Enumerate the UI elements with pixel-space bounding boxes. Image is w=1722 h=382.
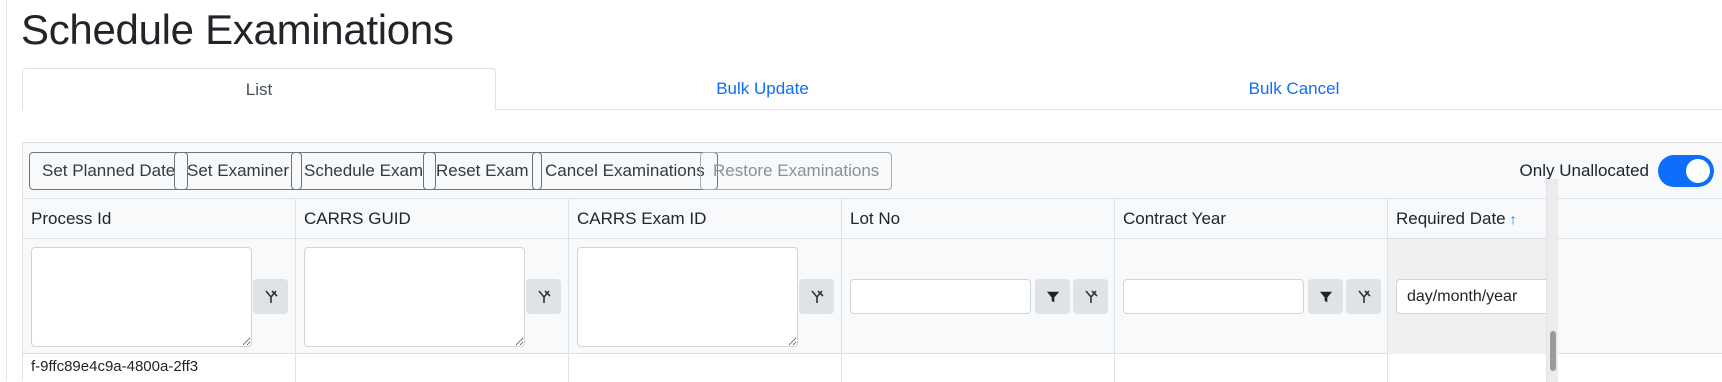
cell-carrs-exam-id: [569, 354, 842, 382]
arrow-up-icon: ↑: [1509, 211, 1517, 227]
grid-toolbar: Set Planned Date Set Examiner Schedule E…: [23, 143, 1722, 199]
filter-cell-lot-no: [842, 239, 1115, 354]
scrollbar-thumb[interactable]: [1550, 331, 1556, 371]
column-header-label: Process Id: [31, 209, 112, 228]
contract-year-filter-input[interactable]: [1123, 279, 1304, 314]
examinations-grid: Set Planned Date Set Examiner Schedule E…: [22, 142, 1722, 382]
process-id-filter-input[interactable]: [31, 247, 252, 347]
clear-filter-button[interactable]: [799, 279, 834, 314]
filter-clear-icon: [810, 289, 824, 303]
reset-exam-button[interactable]: Reset Exam: [423, 152, 542, 190]
tab-label: Bulk Cancel: [1248, 79, 1340, 98]
column-header-lot-no[interactable]: Lot No: [842, 199, 1115, 239]
funnel-icon: [1319, 291, 1332, 302]
date-placeholder: day/month/year: [1407, 287, 1518, 305]
filter-cell-carrs-guid: [296, 239, 569, 354]
required-date-filter-input[interactable]: day/month/year: [1396, 279, 1556, 314]
filter-clear-icon: [264, 289, 278, 303]
grid-header-row: Process Id CARRS GUID CARRS Exam ID Lot …: [23, 199, 1722, 239]
tab-bar: List Bulk Update Bulk Cancel: [22, 68, 1722, 111]
cell-lot-no: [842, 354, 1115, 382]
funnel-icon: [1046, 291, 1059, 302]
filter-clear-icon: [1084, 289, 1098, 303]
column-header-label: Contract Year: [1123, 209, 1227, 228]
apply-filter-button[interactable]: [1035, 279, 1070, 314]
carrs-guid-filter-input[interactable]: [304, 247, 525, 347]
table-row[interactable]: f-9ffc89e4c9a-4800a-2ff3: [23, 354, 1722, 382]
column-header-carrs-guid[interactable]: CARRS GUID: [296, 199, 569, 239]
cell-required-date: [1388, 354, 1546, 382]
column-header-carrs-exam-id[interactable]: CARRS Exam ID: [569, 199, 842, 239]
clear-filter-button[interactable]: [253, 279, 288, 314]
cell-contract-year: [1115, 354, 1388, 382]
filter-clear-icon: [1357, 289, 1371, 303]
tab-label: List: [245, 79, 273, 99]
column-header-contract-year[interactable]: Contract Year: [1115, 199, 1388, 239]
carrs-exam-id-filter-input[interactable]: [577, 247, 798, 347]
filter-cell-carrs-exam-id: [569, 239, 842, 354]
column-header-label: CARRS GUID: [304, 209, 411, 228]
cell-carrs-guid: [296, 354, 569, 382]
vertical-scrollbar[interactable]: [1546, 179, 1558, 382]
clear-filter-button[interactable]: [526, 279, 561, 314]
column-header-label: Lot No: [850, 209, 901, 228]
restore-examinations-button[interactable]: Restore Examinations: [700, 152, 893, 190]
cell-process-id: f-9ffc89e4c9a-4800a-2ff3: [23, 354, 296, 382]
clear-filter-button[interactable]: [1073, 279, 1108, 314]
column-header-label: CARRS Exam ID: [577, 209, 707, 228]
column-header-label: Required Date: [1396, 209, 1506, 228]
only-unallocated-label: Only Unallocated: [1519, 161, 1649, 180]
only-unallocated-switch[interactable]: [1658, 155, 1714, 187]
tab-bulk-update[interactable]: Bulk Update: [496, 68, 1029, 110]
tab-list[interactable]: List: [22, 68, 496, 111]
page-title: Schedule Examinations: [21, 6, 454, 53]
grid-filter-row: day/month/year: [23, 239, 1722, 354]
tab-bulk-cancel[interactable]: Bulk Cancel: [1029, 68, 1559, 110]
filter-cell-process-id: [23, 239, 296, 354]
clear-filter-button[interactable]: [1346, 279, 1381, 314]
column-header-process-id[interactable]: Process Id: [23, 199, 296, 239]
column-header-required-date[interactable]: Required Date ↑: [1388, 199, 1546, 239]
filter-cell-contract-year: [1115, 239, 1388, 354]
page-left-border: [6, 0, 7, 381]
cancel-examinations-button[interactable]: Cancel Examinations: [532, 152, 718, 190]
schedule-exam-button[interactable]: Schedule Exam: [291, 152, 437, 190]
lot-no-filter-input[interactable]: [850, 279, 1031, 314]
filter-clear-icon: [537, 289, 551, 303]
filter-cell-required-date: day/month/year: [1388, 239, 1556, 354]
switch-knob: [1686, 159, 1710, 183]
apply-filter-button[interactable]: [1308, 279, 1343, 314]
tab-label: Bulk Update: [716, 79, 809, 98]
set-examiner-button[interactable]: Set Examiner: [174, 152, 303, 190]
set-planned-date-button[interactable]: Set Planned Date: [29, 152, 189, 190]
